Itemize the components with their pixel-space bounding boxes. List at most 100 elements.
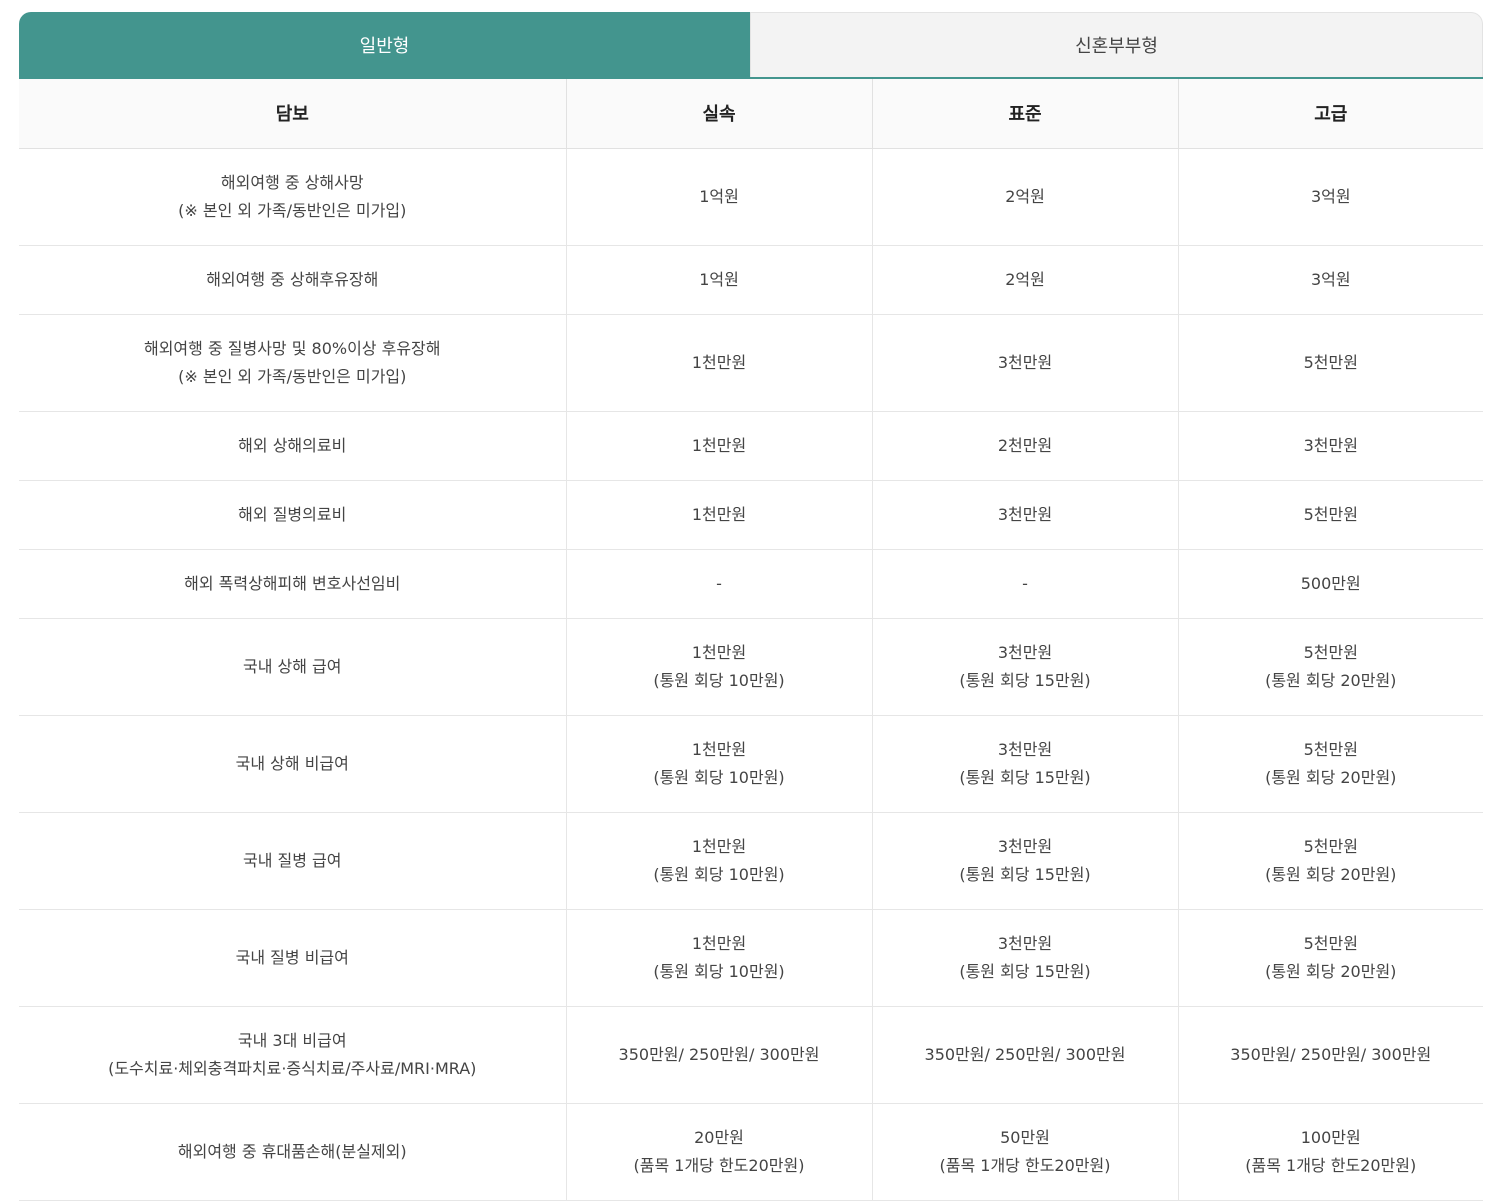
table-row: 해외여행 중 질병사망 및 80%이상 후유장해 (※ 본인 외 가족/동반인은 … bbox=[19, 314, 1483, 412]
coverage-cell-text: 해외여행 중 상해후유장해 bbox=[206, 269, 379, 289]
coverage-cell: 국내 질병 비급여 bbox=[19, 909, 566, 1007]
standard-cell-text: 50만원 bbox=[1000, 1127, 1050, 1147]
premium-cell-text: 5천만원 bbox=[1303, 933, 1358, 953]
coverage-cell: 해외 질병의료비 bbox=[19, 480, 566, 550]
plan-type-tabs: 일반형 신혼부부형 bbox=[19, 12, 1483, 79]
premium-cell: 3억원 bbox=[1177, 245, 1483, 315]
premium-cell-text: 100만원 bbox=[1300, 1127, 1361, 1147]
coverage-cell: 국내 질병 급여 bbox=[19, 812, 566, 910]
premium-cell-text: (통원 회당 20만원) bbox=[1265, 864, 1397, 884]
basic-cell-text: 20만원 bbox=[694, 1127, 744, 1147]
tab-general[interactable]: 일반형 bbox=[19, 12, 750, 77]
standard-cell: 2억원 bbox=[871, 245, 1178, 315]
premium-cell: 3천만원 bbox=[1177, 411, 1483, 481]
premium-cell-text: 5천만원 bbox=[1303, 836, 1358, 856]
premium-cell-text: 5천만원 bbox=[1303, 504, 1358, 524]
standard-cell: 2억원 bbox=[871, 148, 1178, 246]
table-row: 국내 질병 급여 1천만원 (통원 회당 10만원) 3천만원 (통원 회당 15만원)… bbox=[19, 812, 1483, 910]
table-row: 해외 폭력상해피해 변호사선임비 - - 500만원 bbox=[19, 549, 1483, 619]
premium-cell: 5천만원 (통원 회당 20만원) bbox=[1177, 715, 1483, 813]
coverage-cell: 국내 3대 비급여 (도수치료·체외충격파치료·증식치료/주사료/MRI·MRA) bbox=[19, 1006, 566, 1104]
basic-cell: 1천만원 bbox=[565, 480, 872, 550]
standard-cell-text: 3천만원 bbox=[997, 933, 1053, 953]
table-row: 해외 질병의료비 1천만원 3천만원 5천만원 bbox=[19, 480, 1483, 550]
standard-cell-text: 3천만원 bbox=[997, 739, 1053, 759]
premium-cell-text: (품목 1개당 한도20만원) bbox=[1245, 1155, 1417, 1175]
basic-cell: 1천만원 (통원 회당 10만원) bbox=[565, 618, 872, 716]
premium-cell: 5천만원 bbox=[1177, 480, 1483, 550]
table-row: 해외여행 중 휴대품손해(분실제외) 20만원 (품목 1개당 한도20만원) 50만… bbox=[19, 1103, 1483, 1201]
table-row: 해외여행 중 상해후유장해 1억원 2억원 3억원 bbox=[19, 245, 1483, 315]
basic-cell-text: 1천만원 bbox=[691, 435, 747, 455]
basic-cell-text: 1억원 bbox=[699, 186, 739, 206]
coverage-cell: 해외 폭력상해피해 변호사선임비 bbox=[19, 549, 566, 619]
header-premium: 고급 bbox=[1177, 79, 1483, 149]
tab-newlywed[interactable]: 신혼부부형 bbox=[750, 12, 1483, 77]
standard-cell-text: 3천만원 bbox=[997, 836, 1053, 856]
coverage-cell: 해외여행 중 휴대품손해(분실제외) bbox=[19, 1103, 566, 1201]
basic-cell: 1억원 bbox=[565, 245, 872, 315]
standard-cell-text: 350만원/ 250만원/ 300만원 bbox=[924, 1044, 1126, 1064]
premium-cell: 5천만원 (통원 회당 20만원) bbox=[1177, 618, 1483, 716]
premium-cell-text: 5천만원 bbox=[1303, 642, 1358, 662]
coverage-cell-text: (도수치료·체외충격파치료·증식치료/주사료/MRI·MRA) bbox=[108, 1058, 477, 1078]
table-row: 해외여행 중 상해사망 (※ 본인 외 가족/동반인은 미가입) 1억원 2억원 3억원 bbox=[19, 148, 1483, 246]
basic-cell: 1천만원 bbox=[565, 314, 872, 412]
standard-cell: 350만원/ 250만원/ 300만원 bbox=[871, 1006, 1178, 1104]
coverage-cell: 국내 상해 급여 bbox=[19, 618, 566, 716]
basic-cell-text: 350만원/ 250만원/ 300만원 bbox=[618, 1044, 820, 1064]
standard-cell-text: 3천만원 bbox=[997, 352, 1053, 372]
standard-cell: 3천만원 bbox=[871, 480, 1178, 550]
coverage-cell-text: (※ 본인 외 가족/동반인은 미가입) bbox=[178, 200, 407, 220]
standard-cell: - bbox=[871, 549, 1178, 619]
table-row: 국내 질병 비급여 1천만원 (통원 회당 10만원) 3천만원 (통원 회당 15만원… bbox=[19, 909, 1483, 1007]
premium-cell: 5천만원 (통원 회당 20만원) bbox=[1177, 909, 1483, 1007]
coverage-cell-text: 국내 질병 비급여 bbox=[235, 947, 349, 967]
premium-cell: 500만원 bbox=[1177, 549, 1483, 619]
basic-cell-text: - bbox=[716, 573, 722, 593]
table-row: 국내 상해 급여 1천만원 (통원 회당 10만원) 3천만원 (통원 회당 15만원)… bbox=[19, 618, 1483, 716]
standard-cell-text: 2천만원 bbox=[997, 435, 1053, 455]
coverage-cell: 해외여행 중 상해후유장해 bbox=[19, 245, 566, 315]
header-coverage: 담보 bbox=[19, 79, 566, 149]
basic-cell-text: (통원 회당 10만원) bbox=[653, 961, 785, 981]
standard-cell: 3천만원 bbox=[871, 314, 1178, 412]
standard-cell-text: 2억원 bbox=[1005, 269, 1045, 289]
coverage-cell: 해외여행 중 질병사망 및 80%이상 후유장해 (※ 본인 외 가족/동반인은 … bbox=[19, 314, 566, 412]
coverage-cell-text: (※ 본인 외 가족/동반인은 미가입) bbox=[178, 366, 407, 386]
coverage-cell: 국내 상해 비급여 bbox=[19, 715, 566, 813]
premium-cell-text: 5천만원 bbox=[1303, 352, 1358, 372]
premium-cell-text: 5천만원 bbox=[1303, 739, 1358, 759]
standard-cell-text: 3천만원 bbox=[997, 504, 1053, 524]
standard-cell-text: - bbox=[1022, 573, 1028, 593]
basic-cell-text: 1천만원 bbox=[691, 739, 747, 759]
standard-cell-text: (품목 1개당 한도20만원) bbox=[939, 1155, 1111, 1175]
standard-cell-text: (통원 회당 15만원) bbox=[959, 864, 1091, 884]
basic-cell-text: (품목 1개당 한도20만원) bbox=[633, 1155, 805, 1175]
basic-cell-text: 1천만원 bbox=[691, 504, 747, 524]
plan-comparison: 일반형 신혼부부형 담보 실속 표준 고급 해외여행 중 상해사망 (※ 본인 외… bbox=[19, 12, 1483, 1201]
basic-cell-text: 1천만원 bbox=[691, 642, 747, 662]
basic-cell-text: 1천만원 bbox=[691, 836, 747, 856]
basic-cell: 1천만원 (통원 회당 10만원) bbox=[565, 715, 872, 813]
header-basic: 실속 bbox=[565, 79, 872, 149]
table-row: 국내 상해 비급여 1천만원 (통원 회당 10만원) 3천만원 (통원 회당 15만원… bbox=[19, 715, 1483, 813]
premium-cell-text: 350만원/ 250만원/ 300만원 bbox=[1230, 1044, 1432, 1064]
premium-cell: 350만원/ 250만원/ 300만원 bbox=[1177, 1006, 1483, 1104]
basic-cell-text: 1억원 bbox=[699, 269, 739, 289]
basic-cell-text: 1천만원 bbox=[691, 933, 747, 953]
standard-cell: 3천만원 (통원 회당 15만원) bbox=[871, 715, 1178, 813]
standard-cell-text: (통원 회당 15만원) bbox=[959, 767, 1091, 787]
premium-cell-text: 3억원 bbox=[1310, 186, 1351, 206]
premium-cell-text: (통원 회당 20만원) bbox=[1265, 767, 1397, 787]
premium-cell: 100만원 (품목 1개당 한도20만원) bbox=[1177, 1103, 1483, 1201]
basic-cell-text: (통원 회당 10만원) bbox=[653, 864, 785, 884]
basic-cell: 1천만원 (통원 회당 10만원) bbox=[565, 909, 872, 1007]
basic-cell-text: (통원 회당 10만원) bbox=[653, 767, 785, 787]
coverage-cell: 해외 상해의료비 bbox=[19, 411, 566, 481]
premium-cell: 3억원 bbox=[1177, 148, 1483, 246]
basic-cell: 20만원 (품목 1개당 한도20만원) bbox=[565, 1103, 872, 1201]
coverage-table: 담보 실속 표준 고급 해외여행 중 상해사망 (※ 본인 외 가족/동반인은 미… bbox=[19, 79, 1483, 1201]
basic-cell-text: 1천만원 bbox=[691, 352, 747, 372]
coverage-cell: 해외여행 중 상해사망 (※ 본인 외 가족/동반인은 미가입) bbox=[19, 148, 566, 246]
